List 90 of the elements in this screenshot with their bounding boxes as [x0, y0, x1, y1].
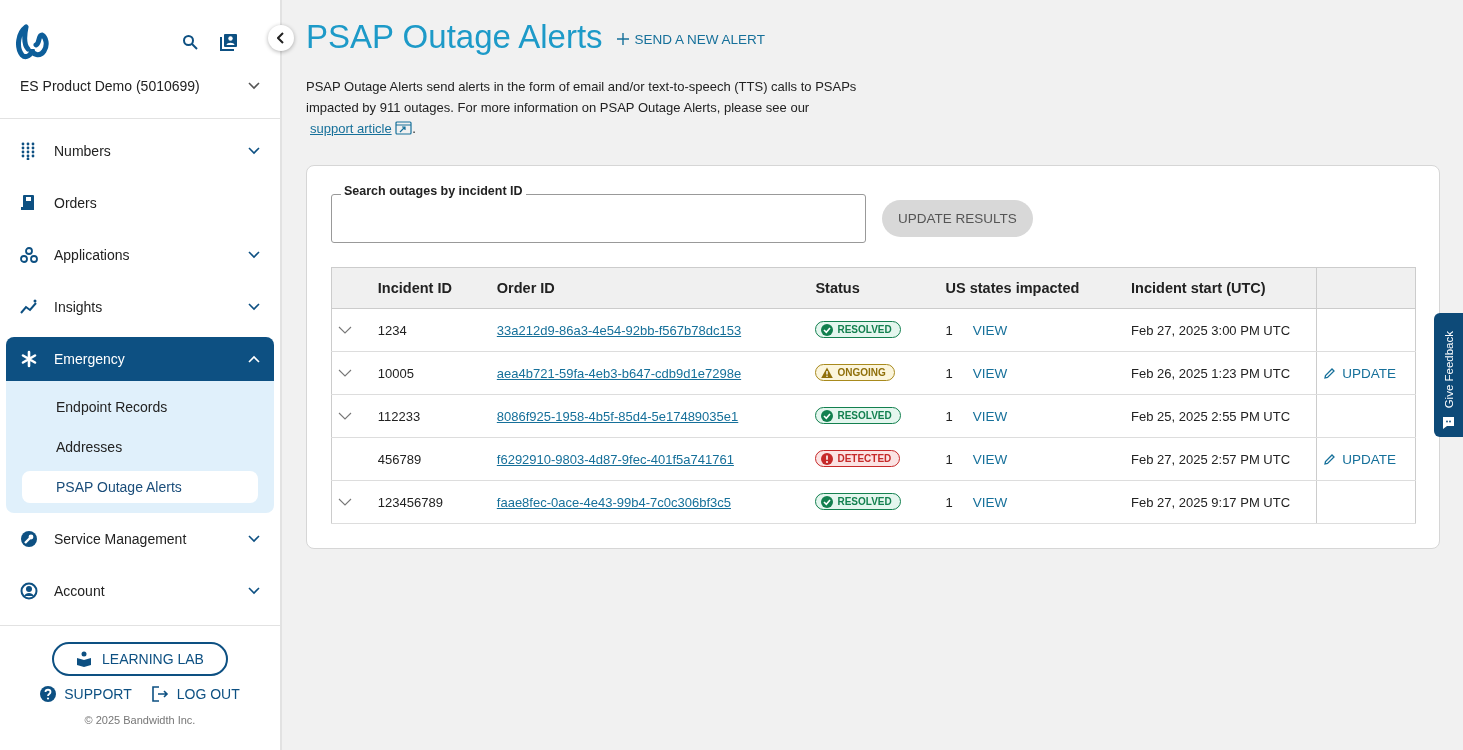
- nav-item[interactable]: Insights: [6, 285, 274, 329]
- intro-text: PSAP Outage Alerts send alerts in the form of email and/or text-to-speech (TTS) calls to PSAPs impacted by 911 outages. For more information on PSAP Outage Alerts, please see our support article .: [306, 78, 858, 138]
- check-circle-icon: [821, 409, 834, 422]
- column-header: Incident start (UTC): [1125, 267, 1317, 309]
- search-icon[interactable]: [182, 34, 198, 50]
- chevron-icon: [248, 355, 260, 363]
- update-button[interactable]: UPDATE: [1323, 451, 1396, 467]
- chevron-icon: [248, 251, 260, 259]
- exclamation-circle-icon: [821, 452, 834, 465]
- nav-item[interactable]: Orders: [6, 181, 274, 225]
- nav-item[interactable]: Account: [6, 569, 274, 613]
- order-id-link[interactable]: faae8fec-0ace-4e43-99b4-7c0c306bf3c5: [496, 494, 731, 510]
- table-cell: 1: [945, 408, 953, 424]
- chevron-icon: [248, 303, 260, 311]
- logo-icon: [14, 23, 52, 61]
- table-cell: 10005: [371, 351, 491, 395]
- support-link[interactable]: SUPPORT: [40, 686, 132, 702]
- table-cell: Feb 27, 2025 2:57 PM UTC: [1125, 437, 1317, 481]
- field-label: Search outages by incident ID: [341, 184, 526, 198]
- nav-item[interactable]: Emergency: [6, 337, 274, 381]
- check-circle-icon: [821, 495, 834, 508]
- plus-icon: [616, 33, 629, 45]
- view-link[interactable]: VIEW: [972, 322, 1008, 338]
- view-link[interactable]: VIEW: [972, 451, 1008, 467]
- table-cell: Feb 27, 2025 9:17 PM UTC: [1125, 480, 1317, 524]
- chevron-icon: [248, 82, 260, 90]
- pencil-icon: [1323, 366, 1337, 380]
- view-link[interactable]: VIEW: [972, 408, 1008, 424]
- table-cell: 456789: [371, 437, 491, 481]
- table-cell: 1234: [371, 308, 491, 352]
- nav-item[interactable]: Service Management: [6, 517, 274, 561]
- chat-icon: [1442, 416, 1455, 429]
- learning-lab-button[interactable]: LEARNING LAB: [52, 642, 228, 676]
- order-id-link[interactable]: 33a212d9-86a3-4e54-92bb-f567b78dc153: [496, 322, 742, 338]
- external-link-icon: [395, 121, 413, 135]
- give-feedback-tab[interactable]: Give Feedback: [1434, 313, 1463, 437]
- table-cell: 1: [945, 322, 953, 338]
- status-badge: RESOLVED: [815, 493, 901, 511]
- collapse-button[interactable]: [268, 25, 294, 51]
- chevron-down-icon[interactable]: [338, 369, 352, 377]
- table-cell: Feb 26, 2025 1:23 PM UTC: [1125, 351, 1317, 395]
- logout-icon: [151, 686, 169, 702]
- status-badge: RESOLVED: [815, 407, 901, 425]
- chevron-down-icon[interactable]: [338, 498, 352, 506]
- chevron-down-icon[interactable]: [338, 412, 352, 420]
- submenu-item[interactable]: PSAP Outage Alerts: [22, 471, 258, 503]
- table-cell: 123456789: [371, 480, 491, 524]
- page-title: PSAP Outage Alerts: [306, 18, 603, 56]
- book-reader-icon: [76, 651, 93, 667]
- account-name: ES Product Demo (5010699): [20, 78, 200, 94]
- column-header: Status: [809, 267, 940, 309]
- submenu-item[interactable]: Endpoint Records: [22, 391, 258, 423]
- send-new-alert-button[interactable]: SEND A NEW ALERT: [616, 27, 765, 47]
- chevron-left-icon: [277, 32, 285, 44]
- order-id-link[interactable]: 8086f925-1958-4b5f-85d4-5e17489035e1: [496, 408, 739, 424]
- asterisk-icon: [20, 350, 38, 368]
- view-link[interactable]: VIEW: [972, 365, 1008, 381]
- table-cell: Feb 27, 2025 3:00 PM UTC: [1125, 308, 1317, 352]
- chevron-icon: [248, 535, 260, 543]
- status-badge: ONGOING: [815, 364, 895, 382]
- help-icon: [40, 686, 57, 702]
- pencil-icon: [1323, 452, 1337, 466]
- logout-link[interactable]: LOG OUT: [151, 686, 240, 702]
- submenu-item[interactable]: Addresses: [22, 431, 258, 463]
- contact-book-icon[interactable]: [220, 33, 238, 51]
- chevron-icon: [248, 587, 260, 595]
- status-badge: DETECTED: [815, 450, 901, 468]
- table-cell: 1: [945, 365, 953, 381]
- wrench-icon: [20, 530, 38, 548]
- table-cell: 1: [945, 494, 953, 510]
- nav-item[interactable]: Numbers: [6, 129, 274, 173]
- chevron-icon: [248, 147, 260, 155]
- table-cell: 1: [945, 451, 953, 467]
- column-header: Order ID: [490, 267, 810, 309]
- update-button[interactable]: UPDATE: [1323, 365, 1396, 381]
- status-badge: RESOLVED: [815, 321, 901, 339]
- table-cell: 112233: [371, 394, 491, 438]
- view-link[interactable]: VIEW: [972, 494, 1008, 510]
- chevron-down-icon[interactable]: [338, 326, 352, 334]
- check-circle-icon: [821, 323, 834, 336]
- user-circle-icon: [20, 582, 38, 600]
- order-id-link[interactable]: f6292910-9803-4d87-9fec-401f5a741761: [496, 451, 734, 467]
- nav-item[interactable]: Applications: [6, 233, 274, 277]
- column-header: US states impacted: [939, 267, 1126, 309]
- warning-icon: [821, 366, 834, 379]
- support-article-link[interactable]: support article: [310, 121, 392, 136]
- order-id-link[interactable]: aea4b721-59fa-4eb3-b647-cdb9d1e7298e: [496, 365, 742, 381]
- column-header: Incident ID: [371, 267, 491, 309]
- copyright-text: © 2025 Bandwidth Inc.: [84, 714, 196, 726]
- table-cell: Feb 25, 2025 2:55 PM UTC: [1125, 394, 1317, 438]
